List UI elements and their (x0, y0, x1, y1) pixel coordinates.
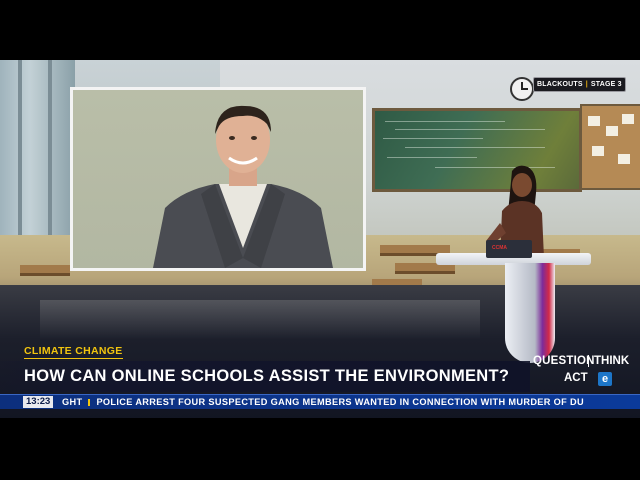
ticker-clock: 13:23 (23, 396, 54, 408)
stage-reflection (40, 300, 480, 340)
blackouts-label: BLACKOUTS (537, 81, 583, 88)
brand-slogan: QUESTION THINK ACT e (530, 353, 629, 389)
news-ticker: 13:23 GHT POLICE ARREST FOUR SUSPECTED GA… (0, 394, 640, 409)
channel-logo-icon: e (598, 372, 612, 386)
anchor-laptop: CCMA (486, 240, 532, 258)
lower-third: CLIMATE CHANGE HOW CAN ONLINE SCHOOLS AS… (0, 339, 640, 418)
ticker-separator (88, 399, 91, 406)
ticker-prev-item: GHT (62, 397, 83, 407)
headline: HOW CAN ONLINE SCHOOLS ASSIST THE ENVIRO… (24, 367, 510, 385)
guest-figure (153, 105, 333, 268)
loadshedding-badge: BLACKOUTS | STAGE 3 (533, 77, 626, 92)
slogan-question: QUESTION (533, 355, 595, 367)
ticker-text: GHT POLICE ARREST FOUR SUSPECTED GANG MEM… (62, 395, 584, 409)
laptop-logo: CCMA (492, 245, 507, 251)
category-tag: CLIMATE CHANGE (24, 345, 123, 359)
slogan-act: ACT (564, 372, 588, 384)
notice-board (580, 104, 640, 190)
slogan-think: THINK (588, 355, 629, 367)
badge-divider: | (585, 81, 588, 88)
ticker-item: POLICE ARREST FOUR SUSPECTED GANG MEMBER… (96, 397, 585, 407)
guest-video-feed (73, 90, 363, 268)
remote-guest-video (70, 87, 366, 271)
wall-clock-icon (510, 77, 534, 101)
blackouts-stage: STAGE 3 (590, 81, 622, 88)
